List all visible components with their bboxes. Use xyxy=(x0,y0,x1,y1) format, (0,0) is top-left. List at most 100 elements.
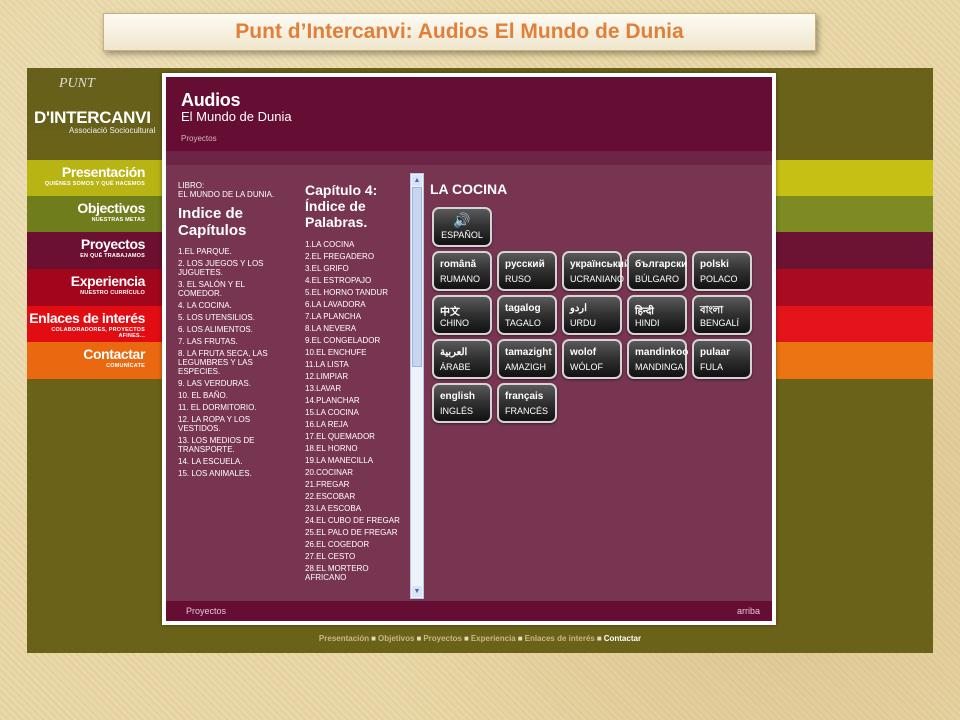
site-logo[interactable]: PUNT D'INTERCANVI Associació Sociocultur… xyxy=(27,68,162,135)
chapter-link[interactable]: 1.EL PARQUE. xyxy=(178,247,288,256)
slide-title: Punt d’Intercanvi: Audios El Mundo de Du… xyxy=(235,20,684,43)
audio-button-amazigh[interactable]: tamazight AMAZIGH xyxy=(497,339,557,379)
footer-nav-link[interactable]: Objetivos xyxy=(378,634,414,643)
word-link[interactable]: 5.EL HORNO TANDUR xyxy=(305,288,410,297)
word-link[interactable]: 25.EL PALO DE FREGAR xyxy=(305,528,410,537)
logo-name: D'INTERCANVI xyxy=(34,108,151,127)
nav-separator: ■ xyxy=(517,634,523,643)
language-native-name: polski xyxy=(700,259,729,270)
language-label: FRANCÉS xyxy=(505,406,549,416)
word-list-scrollbar[interactable]: ▲ ▼ xyxy=(410,173,424,599)
audio-button-inglés[interactable]: english INGLÉS xyxy=(432,383,492,423)
word-link[interactable]: 23.LA ESCOBA xyxy=(305,504,410,513)
chapter-link[interactable]: 4. LA COCINA. xyxy=(178,301,288,310)
audio-button-polaco[interactable]: polski POLACO xyxy=(692,251,752,291)
nav-subtitle: COMUNÍCATE xyxy=(106,363,145,369)
chapter-link[interactable]: 7. LAS FRUTAS. xyxy=(178,337,288,346)
footer-nav-link[interactable]: Contactar xyxy=(604,634,641,643)
audio-button-árabe[interactable]: العربية ÁRABE xyxy=(432,339,492,379)
language-label: POLACO xyxy=(700,274,738,284)
word-link[interactable]: 21.FREGAR xyxy=(305,480,410,489)
chapter-link[interactable]: 14. LA ESCUELA. xyxy=(178,457,288,466)
audio-button-ucraniano[interactable]: український UCRANIANO xyxy=(562,251,630,291)
audio-button-bengalí[interactable]: বাংলা BENGALÍ xyxy=(692,295,752,335)
language-native-name: український xyxy=(570,259,631,270)
word-link[interactable]: 20.COCINAR xyxy=(305,468,410,477)
audio-button-francés[interactable]: français FRANCÉS xyxy=(497,383,557,423)
footer-nav-link[interactable]: Enlaces de interés xyxy=(525,634,595,643)
audio-button-espanol[interactable]: 🔊 ESPAÑOL xyxy=(432,207,492,247)
chapter-link[interactable]: 3. EL SALÓN Y EL COMEDOR. xyxy=(178,280,288,298)
footer-breadcrumb-link[interactable]: Proyectos xyxy=(186,606,226,616)
word-link[interactable]: 7.LA PLANCHA xyxy=(305,312,410,321)
word-link[interactable]: 9.EL CONGELADOR xyxy=(305,336,410,345)
audio-button-fula[interactable]: pulaar FULA xyxy=(692,339,752,379)
language-label: FULA xyxy=(700,362,724,372)
audio-button-wólof[interactable]: wolof WÓLOF xyxy=(562,339,622,379)
language-label: WÓLOF xyxy=(570,362,603,372)
word-link[interactable]: 3.EL GRIFO xyxy=(305,264,410,273)
word-link[interactable]: 16.LA REJA xyxy=(305,420,410,429)
audio-button-hindi[interactable]: हिन्दी HINDI xyxy=(627,295,687,335)
word-link[interactable]: 28.EL MORTERO AFRICANO xyxy=(305,564,410,582)
word-link[interactable]: 22.ESCOBAR xyxy=(305,492,410,501)
nav-title: Experiencia xyxy=(70,273,146,289)
scroll-down-arrow[interactable]: ▼ xyxy=(412,586,422,597)
word-link[interactable]: 12.LIMPIAR xyxy=(305,372,410,381)
word-link[interactable]: 2.EL FREGADERO xyxy=(305,252,410,261)
audio-button-urdu[interactable]: اردو URDU xyxy=(562,295,622,335)
audio-button-mandinga[interactable]: mandinkoo MANDINGA xyxy=(627,339,688,379)
word-link[interactable]: 4.EL ESTROPAJO xyxy=(305,276,410,285)
nav-subtitle: QUIÉNES SOMOS Y QUÉ HACEMOS xyxy=(44,181,145,187)
word-link[interactable]: 10.EL ENCHUFE xyxy=(305,348,410,357)
language-label: CHINO xyxy=(440,318,469,328)
breadcrumb[interactable]: Proyectos xyxy=(181,134,217,143)
nav-subtitle: EN QUÉ TRABAJAMOS xyxy=(80,253,145,259)
chapter-list: 1.EL PARQUE. 2. LOS JUEGOS Y LOS JUGUETES… xyxy=(178,247,288,478)
chapter-link[interactable]: 12. LA ROPA Y LOS VESTIDOS. xyxy=(178,415,288,433)
word-link[interactable]: 14.PLANCHAR xyxy=(305,396,410,405)
website: PUNT D'INTERCANVI Associació Sociocultur… xyxy=(27,68,933,653)
chapter-link[interactable]: 8. LA FRUTA SECA, LAS LEGUMBRES Y LAS ES… xyxy=(178,349,288,376)
scroll-up-arrow[interactable]: ▲ xyxy=(412,175,422,186)
language-native-name: 中文 xyxy=(440,307,460,318)
chapter-link[interactable]: 13. LOS MEDIOS DE TRANSPORTE. xyxy=(178,436,288,454)
nav-label: Enlaces de interés COLABORADORES, PROYECT… xyxy=(27,310,145,339)
word-link[interactable]: 11.LA LISTA xyxy=(305,360,410,369)
chapter-link[interactable]: 2. LOS JUEGOS Y LOS JUGUETES. xyxy=(178,259,288,277)
word-link[interactable]: 26.EL COGEDOR xyxy=(305,540,410,549)
word-link[interactable]: 8.LA NEVERA xyxy=(305,324,410,333)
nav-separator: ■ xyxy=(416,634,422,643)
word-link[interactable]: 13.LAVAR xyxy=(305,384,410,393)
audio-button-chino[interactable]: 中文 CHINO xyxy=(432,295,492,335)
footer-nav: Presentación ■ Objetivos ■ Proyectos ■ Experie… xyxy=(27,634,933,643)
language-label: BENGALÍ xyxy=(700,318,740,328)
chapter-title: Capítulo 4: Índice de Palabras. xyxy=(305,182,378,230)
footer-nav-link[interactable]: Experiencia xyxy=(471,634,516,643)
word-link[interactable]: 27.EL CESTO xyxy=(305,552,410,561)
audio-button-ruso[interactable]: русский RUSO xyxy=(497,251,557,291)
chapter-index-column: LIBRO: EL MUNDO DE LA DUNIA. Indice de C… xyxy=(178,181,288,481)
word-link[interactable]: 6.LA LAVADORA xyxy=(305,300,410,309)
chapter-link[interactable]: 11. EL DORMITORIO. xyxy=(178,403,288,412)
chapter-link[interactable]: 6. LOS ALIMENTOS. xyxy=(178,325,288,334)
chapter-link[interactable]: 9. LAS VERDURAS. xyxy=(178,379,288,388)
audio-button-búlgaro[interactable]: български BÚLGARO xyxy=(627,251,687,291)
word-link[interactable]: 15.LA COCINA xyxy=(305,408,410,417)
word-link[interactable]: 19.LA MANECILLA xyxy=(305,456,410,465)
back-to-top-link[interactable]: arriba xyxy=(737,606,760,616)
audio-button-tagalo[interactable]: tagalog TAGALO xyxy=(497,295,557,335)
word-link[interactable]: 1.LA COCINA xyxy=(305,240,410,249)
scroll-thumb[interactable] xyxy=(412,187,422,367)
audio-button-rumano[interactable]: română RUMANO xyxy=(432,251,492,291)
word-link[interactable]: 18.EL HORNO xyxy=(305,444,410,453)
chapter-link[interactable]: 10. EL BAÑO. xyxy=(178,391,288,400)
language-label: INGLÉS xyxy=(440,406,474,416)
chapter-link[interactable]: 15. LOS ANIMALES. xyxy=(178,469,288,478)
footer-nav-link[interactable]: Proyectos xyxy=(423,634,462,643)
chapter-link[interactable]: 5. LOS UTENSILIOS. xyxy=(178,313,288,322)
word-link[interactable]: 24.EL CUBO DE FREGAR xyxy=(305,516,410,525)
word-link[interactable]: 17.EL QUEMADOR xyxy=(305,432,410,441)
header-subbar xyxy=(166,151,772,165)
footer-nav-link[interactable]: Presentación xyxy=(319,634,369,643)
